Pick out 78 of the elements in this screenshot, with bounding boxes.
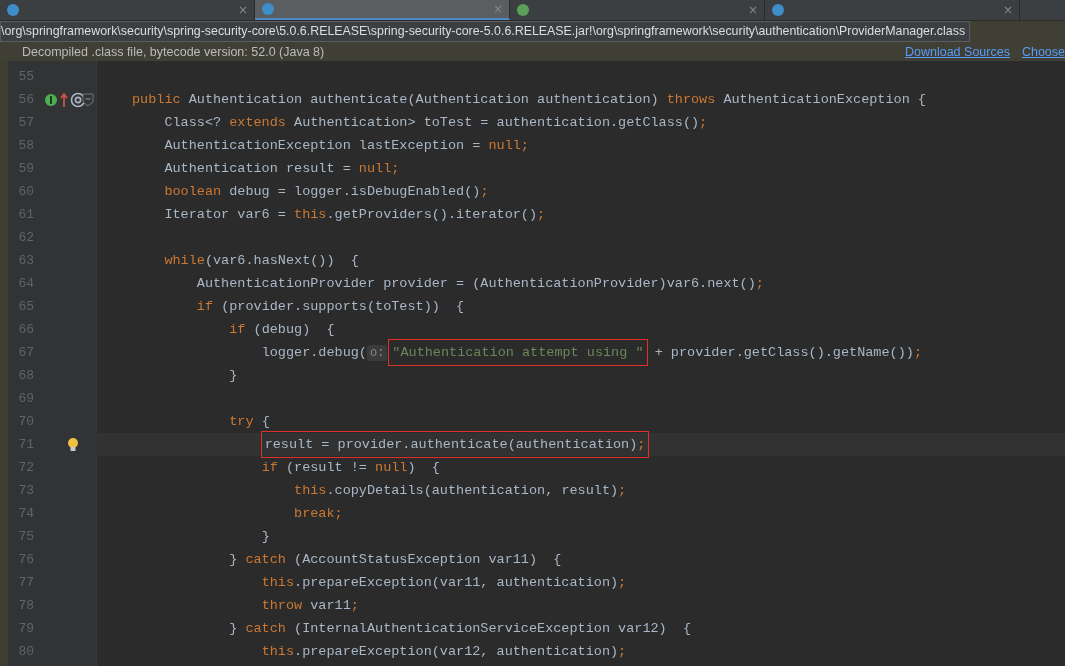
interface-icon xyxy=(516,3,530,17)
code-text: logger.debug( xyxy=(261,345,367,360)
code-text: } xyxy=(229,552,239,567)
code-text: .getProviders().iterator() xyxy=(326,207,538,222)
code-text: (InternalAuthenticationServiceException var12) { xyxy=(294,621,691,636)
code-keyword: this xyxy=(294,483,327,498)
code-text: } xyxy=(229,621,239,636)
file-path-tooltip: \org\springframework\security\spring-security-core\5.0.6.RELEASE\spring-security-core-5.0.6.RELEASE.jar!\org\springframework\security\authentication\ProviderManager.class xyxy=(0,21,971,42)
code-text: } xyxy=(261,529,270,544)
code-keyword: null; xyxy=(358,161,400,176)
banner-link[interactable]: Download Sources xyxy=(905,45,1010,59)
code-keyword: ; xyxy=(699,115,708,130)
code-keyword: ; xyxy=(618,644,627,659)
code-keyword: catch xyxy=(245,621,287,636)
close-icon[interactable]: × xyxy=(237,3,248,17)
code-keyword: break; xyxy=(294,506,343,521)
code-keyword: ; xyxy=(537,207,546,222)
code-text: + provider.getClass().getName()) xyxy=(654,345,914,360)
code-keyword: try xyxy=(229,414,255,429)
code-text: .copyDetails(authentication, result) xyxy=(326,483,619,498)
code-keyword: null; xyxy=(488,138,529,153)
code-text: .prepareException(var12, authentication) xyxy=(294,644,619,659)
code-text: debug = logger.isDebugEnabled() xyxy=(229,184,481,199)
code-keyword: this xyxy=(261,644,295,659)
code-keyword: if xyxy=(261,460,279,475)
code-keyword: ; xyxy=(350,598,359,613)
code-keyword: if xyxy=(196,299,214,314)
code-text: { xyxy=(261,414,270,429)
code-keyword: while xyxy=(164,253,205,268)
code-text: ) { xyxy=(407,460,440,475)
up-arrow-icon xyxy=(60,91,68,108)
code-string: "Authentication attempt using " xyxy=(392,345,644,360)
at-sign-icon xyxy=(70,91,86,108)
code-keyword: ; xyxy=(618,575,627,590)
code-keyword: ; xyxy=(913,345,922,360)
code-keyword: ; xyxy=(637,437,646,452)
code-text: result = provider.authenticate(authentication) xyxy=(264,437,638,452)
close-icon[interactable]: × xyxy=(747,3,758,17)
lightbulb-icon xyxy=(66,437,80,452)
code-keyword: ; xyxy=(755,276,764,291)
class-icon xyxy=(771,3,785,17)
code-text: Iterator var6 = xyxy=(164,207,287,222)
code-text: Authentication result = xyxy=(164,161,352,176)
code-keyword: throw xyxy=(261,598,304,613)
code-text: } xyxy=(229,368,238,383)
implements-icon xyxy=(44,91,58,108)
close-icon[interactable]: × xyxy=(1002,3,1013,17)
code-keyword: throws xyxy=(666,92,717,107)
code-text: AuthenticationException { xyxy=(723,92,926,107)
close-icon[interactable]: × xyxy=(492,2,503,16)
code-keyword: catch xyxy=(245,552,287,567)
code-text: (result != xyxy=(285,460,368,475)
code-keyword: ; xyxy=(480,184,489,199)
code-text: AuthenticationException lastException = xyxy=(164,138,482,153)
code-text: Class<? xyxy=(164,115,223,130)
code-text: Authentication> toTest = authentication.getClass() xyxy=(294,115,700,130)
parameter-hint: o: xyxy=(366,345,388,361)
class-icon xyxy=(6,3,20,17)
code-text: .prepareException(var11, authentication) xyxy=(294,575,619,590)
code-keyword: boolean xyxy=(164,184,223,199)
class-icon xyxy=(261,2,275,16)
code-text: (provider.supports(toTest)) { xyxy=(221,299,465,314)
code-keyword: public xyxy=(132,92,182,107)
code-keyword: ; xyxy=(618,483,627,498)
code-text: (AccountStatusException var11) { xyxy=(294,552,562,567)
code-keyword: if xyxy=(229,322,247,337)
code-keyword: this xyxy=(294,207,327,222)
code-keyword: extends xyxy=(229,115,287,130)
code-text: var11 xyxy=(310,598,351,613)
code-keyword: this xyxy=(261,575,295,590)
decompiled-notice: Decompiled .class file, bytecode version: 52.0 (Java 8) xyxy=(22,45,325,59)
code-text: (var6.hasNext()) { xyxy=(204,253,359,268)
code-keyword: null xyxy=(375,460,408,475)
code-text: AuthenticationProvider provider = (AuthenticationProvider)var6.next() xyxy=(196,276,756,291)
code-text: Authentication authenticate(Authentication authentication) xyxy=(188,92,660,107)
code-text: (debug) { xyxy=(253,322,335,337)
banner-link[interactable]: Choose xyxy=(1021,45,1065,59)
editor-tab[interactable]: × xyxy=(255,0,510,20)
